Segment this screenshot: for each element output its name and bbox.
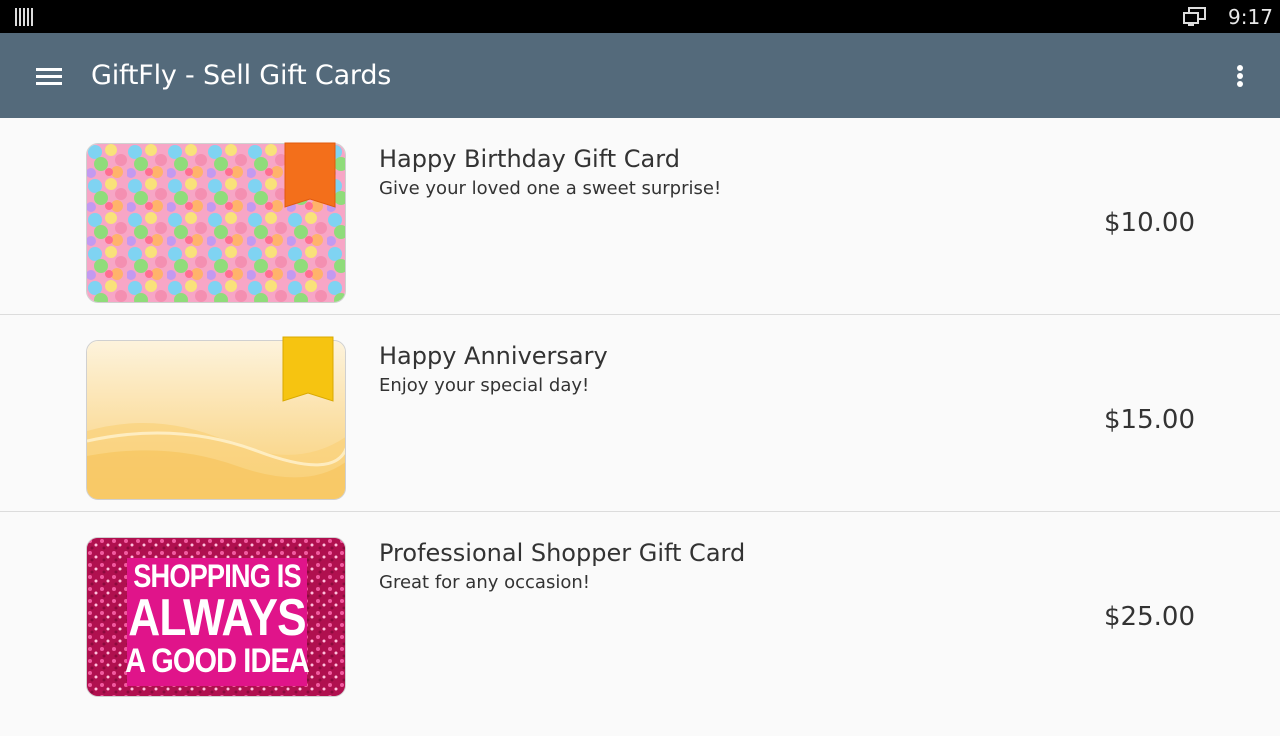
card-description: Enjoy your special day! <box>379 375 590 396</box>
list-item[interactable]: SHOPPING IS ALWAYS A GOOD IDEA Professio… <box>0 512 1280 709</box>
card-image-text-line: ALWAYS <box>128 589 306 647</box>
menu-button[interactable] <box>30 60 68 92</box>
card-price: $15.00 <box>1104 405 1195 435</box>
barcode-icon <box>15 8 33 26</box>
overflow-menu-button[interactable] <box>1227 59 1253 93</box>
card-image-text-line: A GOOD IDEA <box>125 642 310 680</box>
card-title: Happy Birthday Gift Card <box>379 145 680 173</box>
list-item[interactable]: Happy Birthday Gift Card Give your loved… <box>0 118 1280 315</box>
list-item[interactable]: Happy Anniversary Enjoy your special day… <box>0 315 1280 512</box>
card-description: Give your loved one a sweet surprise! <box>379 178 722 199</box>
card-image-text-line: SHOPPING IS <box>133 558 301 594</box>
status-bar: 9:17 <box>0 0 1280 33</box>
card-price: $25.00 <box>1104 602 1195 632</box>
gift-card-image-shopping: SHOPPING IS ALWAYS A GOOD IDEA <box>86 537 346 697</box>
bookmark-ribbon-icon <box>282 336 334 402</box>
screen-cast-icon <box>1183 7 1206 26</box>
app-bar: GiftFly - Sell Gift Cards <box>0 33 1280 118</box>
card-price: $10.00 <box>1104 208 1195 238</box>
card-description: Great for any occasion! <box>379 572 590 593</box>
card-title: Happy Anniversary <box>379 342 608 370</box>
status-time: 9:17 <box>1228 5 1273 29</box>
bookmark-ribbon-icon <box>284 142 336 208</box>
gift-card-list: Happy Birthday Gift Card Give your loved… <box>0 118 1280 709</box>
card-title: Professional Shopper Gift Card <box>379 539 746 567</box>
app-title: GiftFly - Sell Gift Cards <box>91 60 392 91</box>
